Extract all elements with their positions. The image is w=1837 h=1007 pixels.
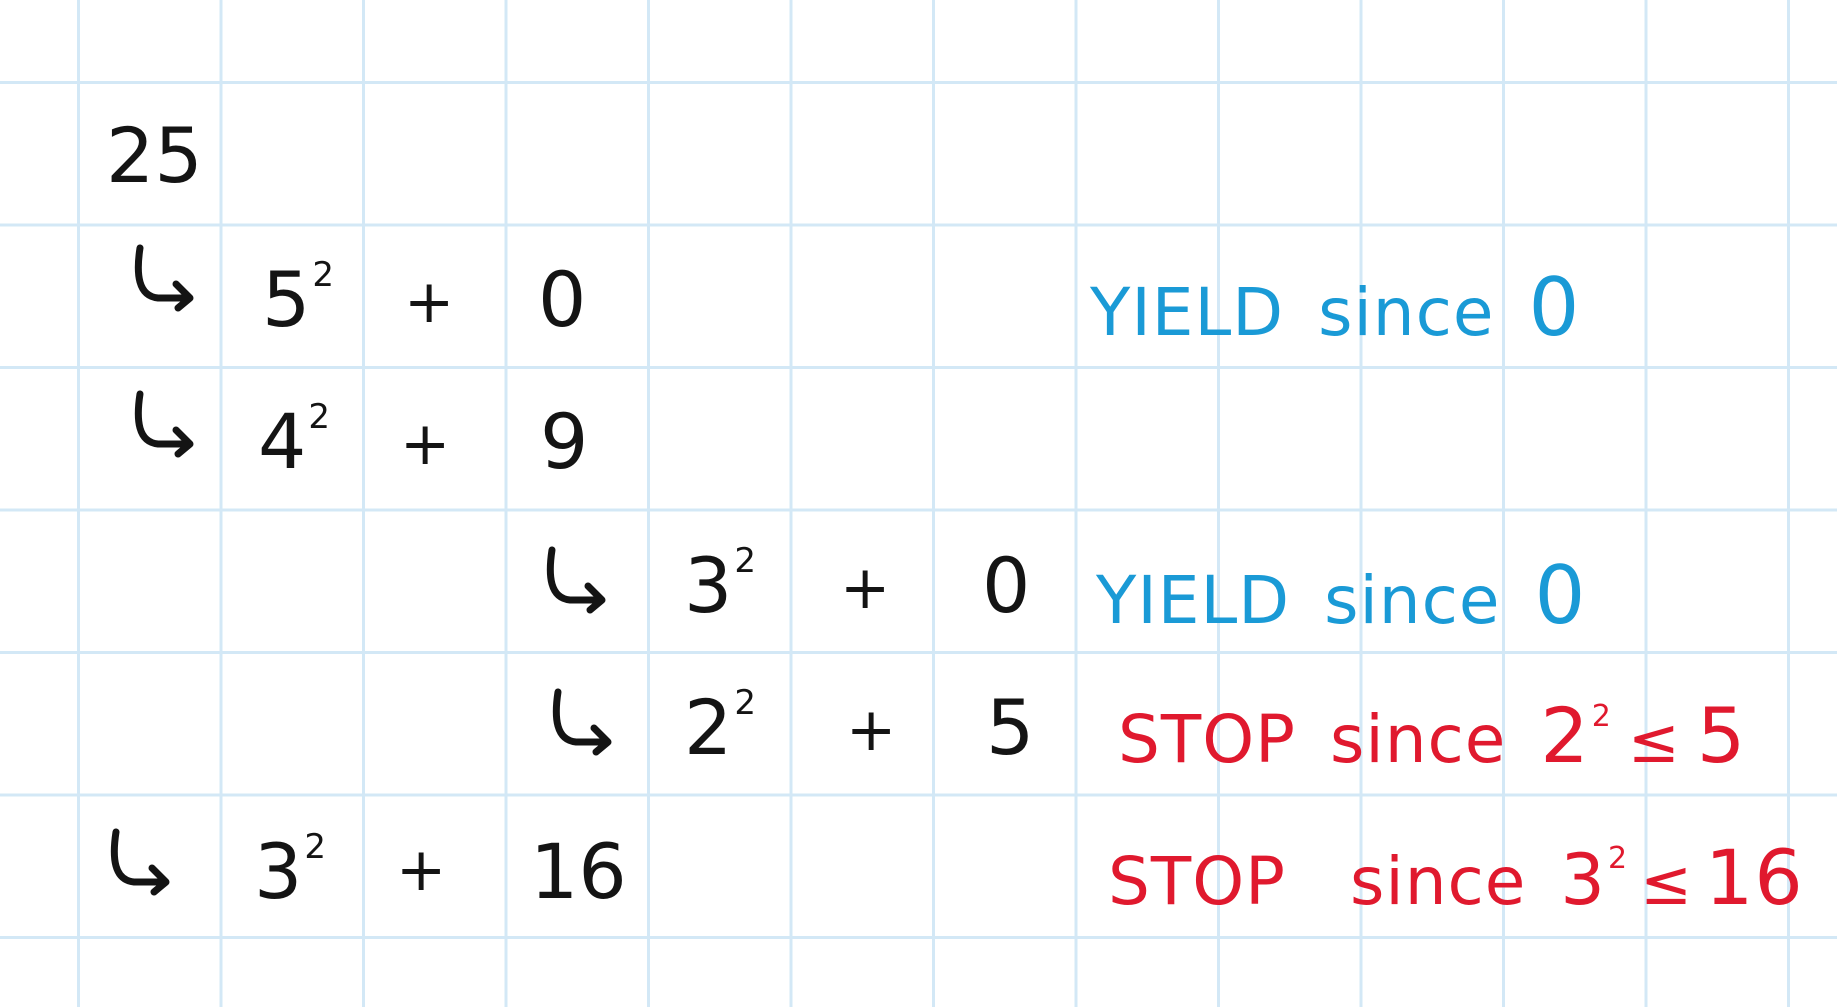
row1-square-term: 52 — [262, 258, 334, 338]
row3-since: since — [1324, 562, 1501, 639]
row5-base: 3 — [254, 827, 303, 916]
row5-reason-exponent: 2 — [1607, 841, 1629, 876]
row4-exponent: 2 — [734, 683, 756, 723]
row3-plus-sign: + — [840, 553, 891, 623]
row2-plus-sign: + — [400, 409, 451, 479]
row4-verdict: STOP — [1118, 701, 1296, 778]
row3-base: 3 — [684, 541, 733, 630]
row3-reason: 0 — [1534, 549, 1587, 642]
root-value: 25 — [106, 111, 203, 200]
row3-exponent: 2 — [734, 541, 756, 581]
row1-note-yield: YIELD since 0 — [1090, 268, 1580, 348]
row3-note-yield: YIELD since 0 — [1096, 556, 1586, 636]
row4-since: since — [1329, 701, 1507, 778]
row5-note-stop: STOP since 32 ≤16 — [1108, 840, 1804, 916]
row5-reason-base: 3 — [1560, 839, 1606, 921]
row3-verdict: YIELD — [1096, 562, 1291, 639]
row1-remainder: 0 — [538, 255, 587, 344]
row3-remainder: 0 — [982, 541, 1031, 630]
row1-exponent: 2 — [312, 255, 334, 295]
row4-note-stop: STOP since 22 ≤5 — [1118, 698, 1746, 774]
row5-relation: ≤ — [1640, 846, 1694, 919]
row5-reason-rhs: 16 — [1705, 833, 1804, 922]
row4-reason-exponent: 2 — [1591, 699, 1612, 734]
row4-reason-rhs: 5 — [1696, 691, 1747, 780]
row2-exponent: 2 — [308, 397, 330, 437]
row4-relation: ≤ — [1627, 704, 1681, 777]
row1-reason: 0 — [1528, 261, 1581, 354]
row1-base: 5 — [262, 255, 311, 344]
row4-reason-base: 2 — [1540, 691, 1590, 780]
row5-square-term: 32 — [254, 830, 326, 910]
row5-since: since — [1349, 843, 1527, 920]
row1-verdict: YIELD — [1090, 274, 1285, 351]
row4-plus-sign: + — [846, 695, 897, 765]
row1-plus-sign: + — [404, 267, 455, 337]
branch-arrow-icon — [134, 244, 196, 312]
row2-remainder: 9 — [540, 397, 589, 486]
row4-square-term: 22 — [684, 686, 756, 766]
branch-arrow-icon — [110, 828, 172, 896]
row1-since: since — [1318, 274, 1495, 351]
grid-paper: 25 52 + 0 YIELD since 0 42 + 9 32 + 0 YIEL… — [0, 0, 1837, 1007]
row4-remainder: 5 — [986, 683, 1035, 772]
row3-square-term: 32 — [684, 544, 756, 624]
row2-base: 4 — [258, 397, 307, 486]
row5-exponent: 2 — [304, 827, 326, 867]
row2-square-term: 42 — [258, 400, 330, 480]
row5-verdict: STOP — [1108, 843, 1286, 920]
branch-arrow-icon — [134, 390, 196, 458]
branch-arrow-icon — [546, 546, 608, 614]
row4-base: 2 — [684, 683, 733, 772]
row5-plus-sign: + — [396, 835, 447, 905]
branch-arrow-icon — [552, 688, 614, 756]
row5-remainder: 16 — [530, 827, 627, 916]
